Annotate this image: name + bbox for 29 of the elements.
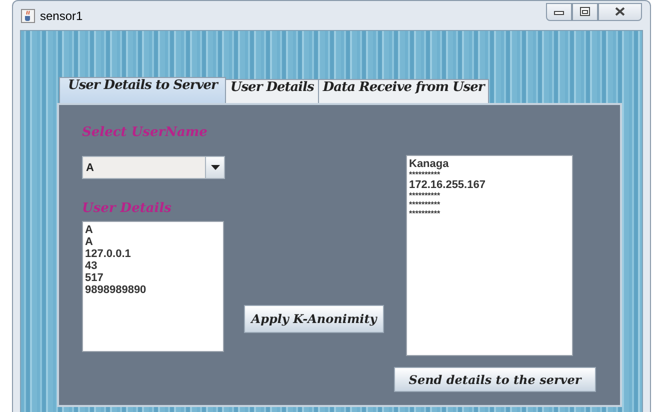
apply-k-anonimity-button[interactable]: Apply K-Anonimity: [244, 305, 384, 333]
list-line: A: [85, 224, 94, 236]
list-line: A: [85, 236, 94, 248]
send-details-button[interactable]: Send details to the server: [394, 367, 596, 392]
tab[interactable]: User Details: [225, 79, 319, 103]
tab[interactable]: Data Receive from User: [318, 79, 490, 103]
java-cup-icon: [21, 8, 35, 22]
masked-line: **********: [409, 200, 442, 209]
list-line: Kanaga: [409, 158, 450, 170]
masked-line: **********: [409, 170, 442, 179]
user-details-label: User Details: [82, 201, 172, 218]
username-dropdown[interactable]: A: [82, 156, 225, 179]
list-line: 43: [85, 260, 98, 272]
window-title: sensor1: [40, 8, 83, 22]
maximize-icon: [580, 7, 590, 16]
minimize-icon: [554, 8, 564, 14]
list-line: 172.16.255.167: [409, 179, 486, 191]
list-line: 517: [85, 272, 104, 284]
masked-line: **********: [409, 209, 442, 218]
close-button[interactable]: [598, 2, 642, 20]
masked-line: **********: [409, 191, 442, 200]
tab[interactable]: User Details to Server: [59, 77, 226, 103]
list-line: 9898989890: [85, 284, 148, 296]
list-line: 127.0.0.1: [85, 248, 132, 260]
close-icon: [615, 7, 625, 16]
caret-icon: [210, 165, 220, 170]
select-username-label: Select UserName: [82, 125, 208, 142]
maximize-button[interactable]: [572, 2, 598, 20]
minimize-button[interactable]: [546, 2, 572, 20]
